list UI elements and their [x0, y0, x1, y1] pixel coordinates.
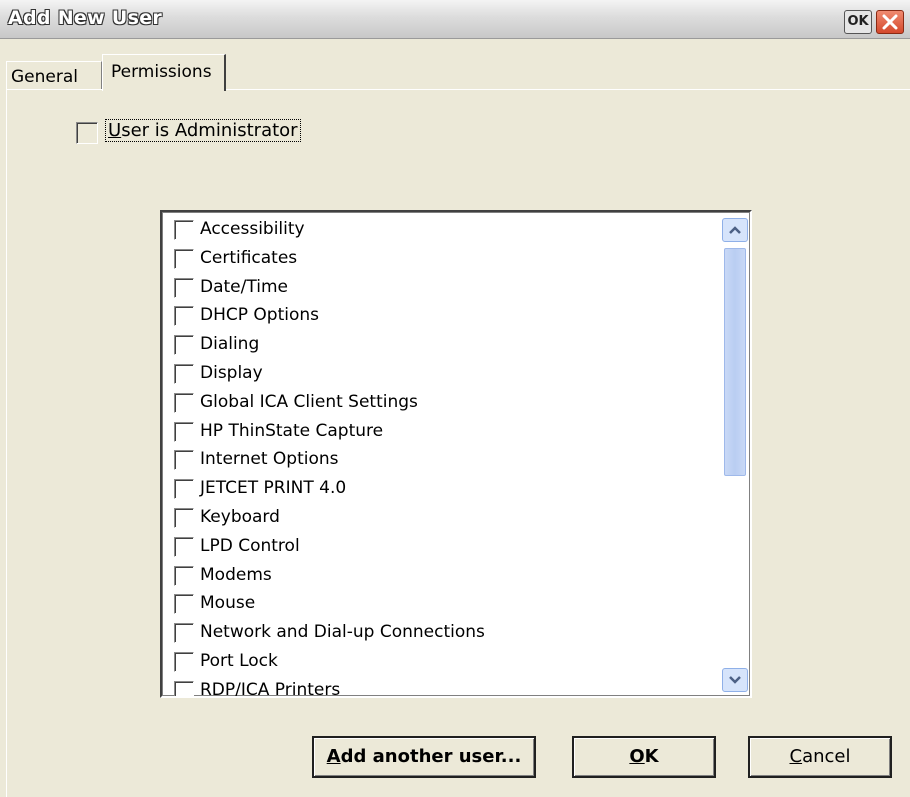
- permission-label: Keyboard: [200, 507, 280, 527]
- admin-label-text: ser is Administrator: [121, 120, 298, 141]
- admin-label-mnemonic: U: [108, 120, 122, 141]
- permission-item[interactable]: Display: [170, 360, 710, 386]
- permission-item[interactable]: HP ThinState Capture: [170, 418, 710, 444]
- tab-general[interactable]: General: [6, 61, 102, 90]
- permission-label: DHCP Options: [200, 305, 319, 326]
- permission-checkbox[interactable]: [174, 277, 194, 298]
- permission-checkbox[interactable]: [174, 565, 194, 586]
- permission-label: Date/Time: [200, 276, 288, 297]
- permission-label: Certificates: [200, 247, 298, 268]
- chevron-up-icon: [729, 226, 741, 234]
- cancel-button[interactable]: Cancel: [748, 736, 892, 778]
- tab-strip: General Permissions: [0, 52, 910, 91]
- permission-label: Dialing: [200, 334, 260, 355]
- permission-item[interactable]: Date/Time: [170, 274, 710, 300]
- permission-label: Internet Options: [200, 449, 339, 470]
- user-is-administrator-checkbox[interactable]: [76, 122, 98, 144]
- window-title: Add New User: [8, 7, 163, 29]
- permission-item[interactable]: Keyboard: [170, 504, 710, 530]
- permission-checkbox[interactable]: [174, 508, 194, 528]
- permission-item[interactable]: Mouse: [170, 590, 710, 616]
- add-new-user-dialog: Add New User OK General Permissions User…: [0, 0, 910, 797]
- permission-checkbox[interactable]: [174, 335, 194, 356]
- permission-checkbox[interactable]: [174, 306, 194, 327]
- permission-checkbox[interactable]: [174, 450, 194, 471]
- ok-button-mnemonic: O: [629, 746, 645, 767]
- permission-checkbox[interactable]: [174, 248, 194, 269]
- permission-item[interactable]: Accessibility: [170, 216, 710, 242]
- permission-label: Accessibility: [200, 219, 305, 239]
- permission-checkbox[interactable]: [174, 392, 194, 413]
- add-button-text: dd another user...: [340, 746, 522, 767]
- permission-label: Mouse: [200, 593, 256, 614]
- permission-item[interactable]: Internet Options: [170, 446, 710, 472]
- ok-button[interactable]: OK: [572, 736, 716, 778]
- permission-item[interactable]: Network and Dial-up Connections: [170, 619, 710, 645]
- permission-checkbox[interactable]: [174, 220, 194, 240]
- ok-button-text: K: [644, 746, 659, 767]
- close-icon: [882, 14, 898, 30]
- add-button-mnemonic: A: [326, 746, 341, 767]
- scroll-thumb[interactable]: [724, 248, 746, 476]
- permissions-list[interactable]: Accessibility Certificates Date/Time DHCP O…: [160, 210, 752, 698]
- titlebar-ok-button[interactable]: OK: [844, 10, 872, 34]
- permission-checkbox[interactable]: [174, 652, 194, 672]
- cancel-button-mnemonic: C: [789, 746, 803, 767]
- permission-checkbox[interactable]: [174, 536, 194, 557]
- title-bar: Add New User OK: [0, 0, 910, 39]
- permission-checkbox[interactable]: [174, 421, 194, 442]
- permission-item[interactable]: RDP/ICA Printers: [170, 677, 710, 698]
- permission-label: Modems: [200, 564, 272, 585]
- cancel-button-text: ancel: [802, 746, 851, 767]
- permission-item[interactable]: JETCET PRINT 4.0: [170, 475, 710, 501]
- permission-label: LPD Control: [200, 535, 300, 556]
- permission-label: HP ThinState Capture: [200, 420, 384, 441]
- close-button[interactable]: [876, 10, 904, 34]
- permission-label: Network and Dial-up Connections: [200, 622, 485, 643]
- user-is-administrator-label[interactable]: User is Administrator: [105, 119, 301, 142]
- scroll-up-button[interactable]: [722, 218, 748, 242]
- chevron-down-icon: [729, 676, 741, 684]
- scroll-down-button[interactable]: [722, 668, 748, 692]
- permission-label: RDP/ICA Printers: [200, 679, 341, 698]
- permission-item[interactable]: Certificates: [170, 245, 710, 271]
- permission-checkbox[interactable]: [174, 364, 194, 384]
- tab-permissions[interactable]: Permissions: [102, 54, 226, 91]
- permission-item[interactable]: Global ICA Client Settings: [170, 389, 710, 415]
- permission-label: Port Lock: [200, 651, 278, 671]
- permission-checkbox[interactable]: [174, 479, 194, 500]
- permission-label: JETCET PRINT 4.0: [200, 478, 347, 499]
- permission-checkbox[interactable]: [174, 594, 194, 615]
- permission-checkbox[interactable]: [174, 623, 194, 644]
- permission-checkbox[interactable]: [174, 680, 194, 696]
- permission-item[interactable]: Dialing: [170, 331, 710, 357]
- permission-label: Display: [200, 363, 263, 383]
- permission-label: Global ICA Client Settings: [200, 391, 418, 412]
- permissions-scrollbar[interactable]: [722, 214, 748, 694]
- add-another-user-button[interactable]: Add another user...: [312, 736, 536, 778]
- permission-item[interactable]: Port Lock: [170, 648, 710, 674]
- permission-item[interactable]: LPD Control: [170, 533, 710, 559]
- permission-item[interactable]: Modems: [170, 562, 710, 588]
- permission-item[interactable]: DHCP Options: [170, 302, 710, 328]
